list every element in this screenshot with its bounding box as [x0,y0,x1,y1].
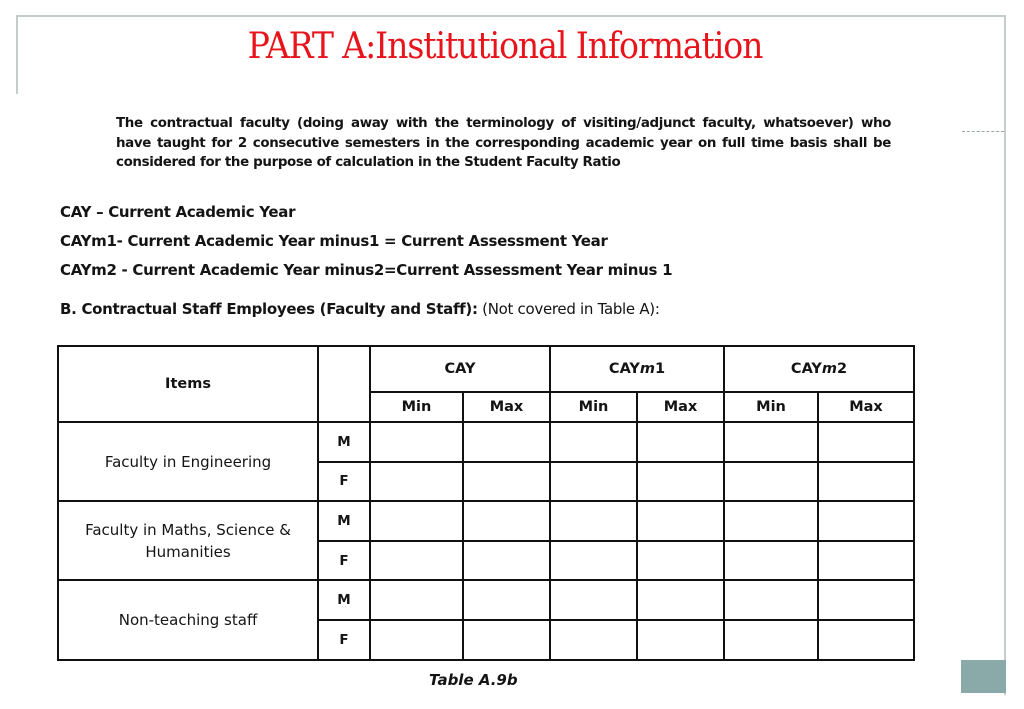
slide-frame-right [1004,15,1006,695]
year-header-caym2: CAYm2 [723,345,916,393]
item-label: Non-teaching staff [57,579,319,661]
definition-caym1: CAYm1- Current Academic Year minus1 = Cu… [60,232,608,250]
gender-label: M [317,500,371,542]
value-cell[interactable] [549,421,639,463]
value-cell[interactable] [369,618,464,661]
value-cell[interactable] [636,500,726,542]
value-cell[interactable] [723,500,820,542]
slide-title: PART A:Institutional Information [247,26,764,67]
items-header: Items [57,345,319,423]
value-cell[interactable] [723,421,820,463]
item-label: Faculty in Engineering [57,420,319,503]
slide-frame-left [16,15,18,94]
gender-label: F [317,460,371,503]
value-cell[interactable] [549,579,639,621]
cay-max-header: Max [461,391,552,423]
caym2-min-header: Min [723,391,820,423]
value-cell[interactable] [549,460,639,503]
intro-paragraph: The contractual faculty (doing away with… [116,116,891,170]
gender-label: M [317,579,371,621]
table-row: Faculty in Maths, Science & Humanities M [57,500,916,582]
year-header-cay: CAY [368,345,552,393]
value-cell[interactable] [549,618,639,661]
contractual-staff-table: Items CAY CAYm1 CAYm2 Min Max Min Max Mi… [57,345,916,661]
item-label: Faculty in Maths, Science & Humanities [57,500,319,582]
value-cell[interactable] [549,500,639,542]
definition-caym2: CAYm2 - Current Academic Year minus2=Cur… [60,261,673,279]
value-cell[interactable] [369,500,464,542]
slide-frame-top [16,15,1006,17]
value-cell[interactable] [461,421,552,463]
value-cell[interactable] [817,618,916,661]
section-heading-note: (Not covered in Table A): [477,300,660,318]
value-cell[interactable] [636,618,726,661]
table-row: Faculty in Engineering M [57,420,916,503]
decorative-accent-square [961,660,1006,693]
value-cell[interactable] [723,460,820,503]
header-row-years: Items CAY CAYm1 CAYm2 [57,345,916,423]
cay-min-header: Min [369,391,464,423]
table-row: Non-teaching staff M [57,579,916,661]
value-cell[interactable] [817,579,916,621]
gender-label: F [317,539,371,582]
value-cell[interactable] [636,460,726,503]
value-cell[interactable] [461,500,552,542]
value-cell[interactable] [461,460,552,503]
value-cell[interactable] [723,579,820,621]
value-cell[interactable] [817,539,916,582]
value-cell[interactable] [461,579,552,621]
gender-label: M [317,421,371,463]
value-cell[interactable] [636,579,726,621]
value-cell[interactable] [723,618,820,661]
value-cell[interactable] [461,618,552,661]
year-header-caym1: CAYm1 [549,345,726,393]
value-cell[interactable] [461,539,552,582]
value-cell[interactable] [549,539,639,582]
value-cell[interactable] [636,539,726,582]
value-cell[interactable] [817,460,916,503]
value-cell[interactable] [636,421,726,463]
value-cell[interactable] [369,460,464,503]
caym2-max-header: Max [817,391,916,423]
decorative-dashed-line [962,131,1004,132]
value-cell[interactable] [723,539,820,582]
section-heading-bold: B. Contractual Staff Employees (Faculty … [60,300,478,318]
value-cell[interactable] [369,421,464,463]
caym1-max-header: Max [636,391,726,423]
value-cell[interactable] [817,421,916,463]
section-heading: B. Contractual Staff Employees (Faculty … [60,300,660,318]
caym1-min-header: Min [549,391,639,423]
definition-cay: CAY – Current Academic Year [60,203,296,221]
gender-label: F [317,618,371,661]
table-caption: Table A.9b [429,671,518,689]
value-cell[interactable] [369,579,464,621]
value-cell[interactable] [369,539,464,582]
value-cell[interactable] [817,500,916,542]
gender-header [317,345,371,423]
